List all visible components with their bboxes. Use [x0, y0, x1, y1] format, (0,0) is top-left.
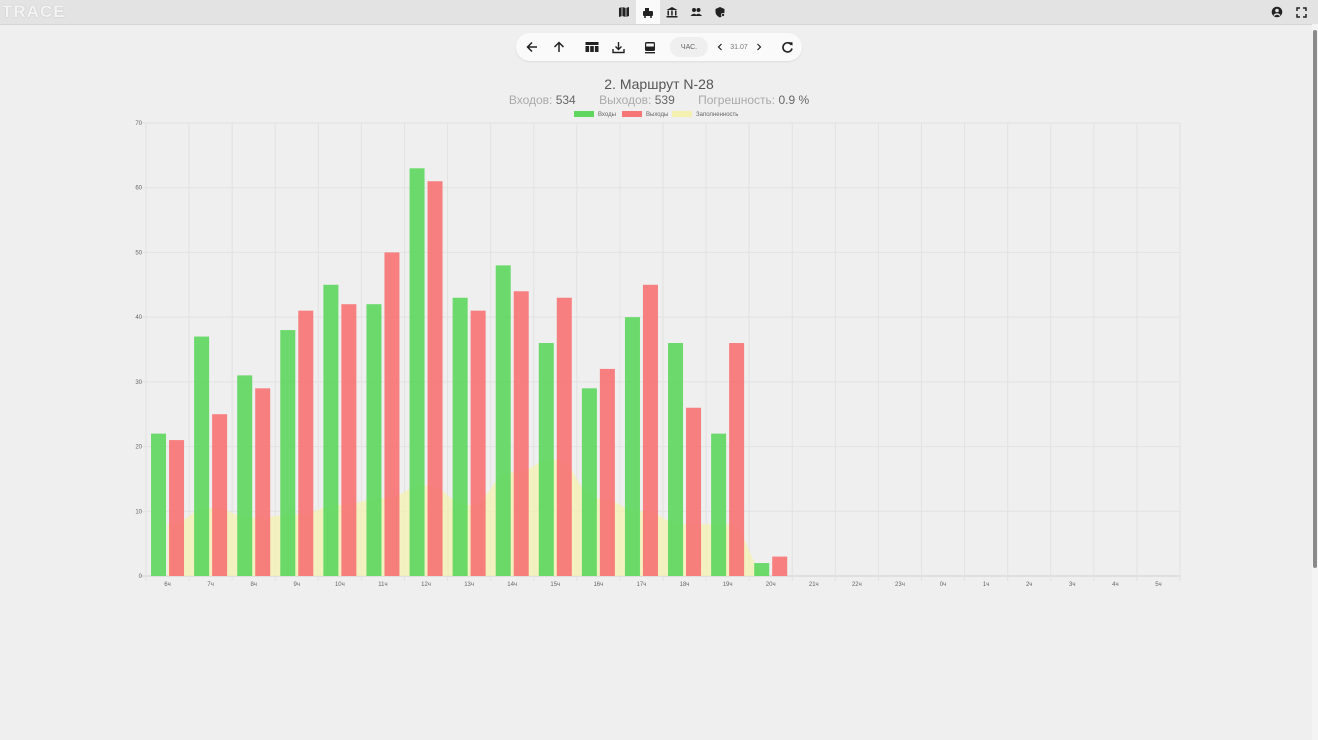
legend-label: Заполненность	[696, 112, 738, 118]
exits-bar	[298, 310, 314, 576]
x-tick-label: 14ч	[507, 582, 517, 588]
exits-bar	[513, 291, 529, 576]
entries-bar	[754, 563, 770, 576]
x-tick-label: 19ч	[723, 582, 733, 588]
x-tick-label: 8ч	[250, 582, 256, 588]
x-tick-label: 12ч	[421, 582, 431, 588]
x-tick-label: 18ч	[680, 582, 690, 588]
x-tick-label: 10ч	[335, 582, 345, 588]
x-tick-label: 2ч	[1026, 582, 1032, 588]
y-tick-label: 0	[139, 574, 143, 580]
exits-bar	[729, 343, 745, 576]
x-tick-label: 16ч	[593, 582, 603, 588]
entries-bar	[452, 297, 468, 576]
legend-label: Выходы	[646, 112, 668, 118]
entries-bar	[495, 265, 511, 576]
entries-bar	[668, 343, 684, 576]
exits-bar	[599, 368, 615, 576]
exits-bar	[169, 440, 185, 576]
entries-bar	[711, 433, 727, 576]
x-tick-label: 1ч	[983, 582, 989, 588]
x-tick-label: 23ч	[895, 582, 905, 588]
x-tick-label: 6ч	[164, 582, 170, 588]
exits-bar	[686, 407, 702, 576]
entries-bar	[624, 317, 640, 576]
entries-bar	[409, 168, 425, 577]
entries-bar	[323, 284, 339, 576]
entries-bar	[366, 304, 382, 576]
exits-bar	[642, 284, 658, 576]
x-tick-label: 15ч	[550, 582, 560, 588]
entries-bar	[581, 388, 597, 576]
y-tick-label: 50	[135, 250, 142, 256]
x-tick-label: 22ч	[852, 582, 862, 588]
passenger-flow-chart: 0 10 20 30 40 50 60 70 6ч 7ч 8ч 9ч 10ч 11ч 12ч 13ч 14ч 15…	[135, 111, 1181, 588]
y-tick-label: 70	[135, 121, 142, 127]
y-tick-label: 30	[135, 380, 142, 386]
chart-legend: Входы Выходы Заполненность	[574, 111, 738, 118]
x-tick-label: 13ч	[464, 582, 474, 588]
exits-bar	[772, 556, 788, 576]
exits-bar	[427, 181, 443, 576]
exits-bar	[556, 297, 572, 576]
x-tick-label: 5ч	[1155, 582, 1161, 588]
legend-swatch	[574, 111, 594, 117]
entries-bar	[538, 343, 554, 576]
x-tick-label: 7ч	[207, 582, 213, 588]
y-tick-label: 10	[135, 509, 142, 515]
y-tick-label: 40	[135, 315, 142, 321]
entries-bar	[151, 433, 167, 576]
exits-bar	[384, 252, 400, 576]
exits-bar	[470, 310, 486, 576]
exits-bar	[341, 304, 357, 576]
x-tick-label: 20ч	[766, 582, 776, 588]
x-tick-label: 9ч	[294, 582, 300, 588]
legend-label: Входы	[598, 112, 616, 118]
x-tick-label: 0ч	[940, 582, 946, 588]
legend-swatch	[622, 111, 642, 117]
y-tick-label: 20	[135, 445, 142, 451]
entries-bar	[194, 336, 210, 576]
x-tick-label: 17ч	[637, 582, 647, 588]
entries-bar	[280, 330, 296, 576]
x-tick-label: 3ч	[1069, 582, 1075, 588]
x-tick-label: 11ч	[378, 582, 387, 588]
entries-bar	[237, 375, 253, 576]
legend-swatch	[672, 111, 692, 117]
exits-bar	[255, 388, 271, 576]
exits-bar	[212, 414, 228, 576]
y-tick-label: 60	[135, 186, 142, 192]
chart-grid	[140, 122, 1181, 581]
x-tick-label: 4ч	[1112, 582, 1118, 588]
x-tick-label: 21ч	[809, 582, 819, 588]
